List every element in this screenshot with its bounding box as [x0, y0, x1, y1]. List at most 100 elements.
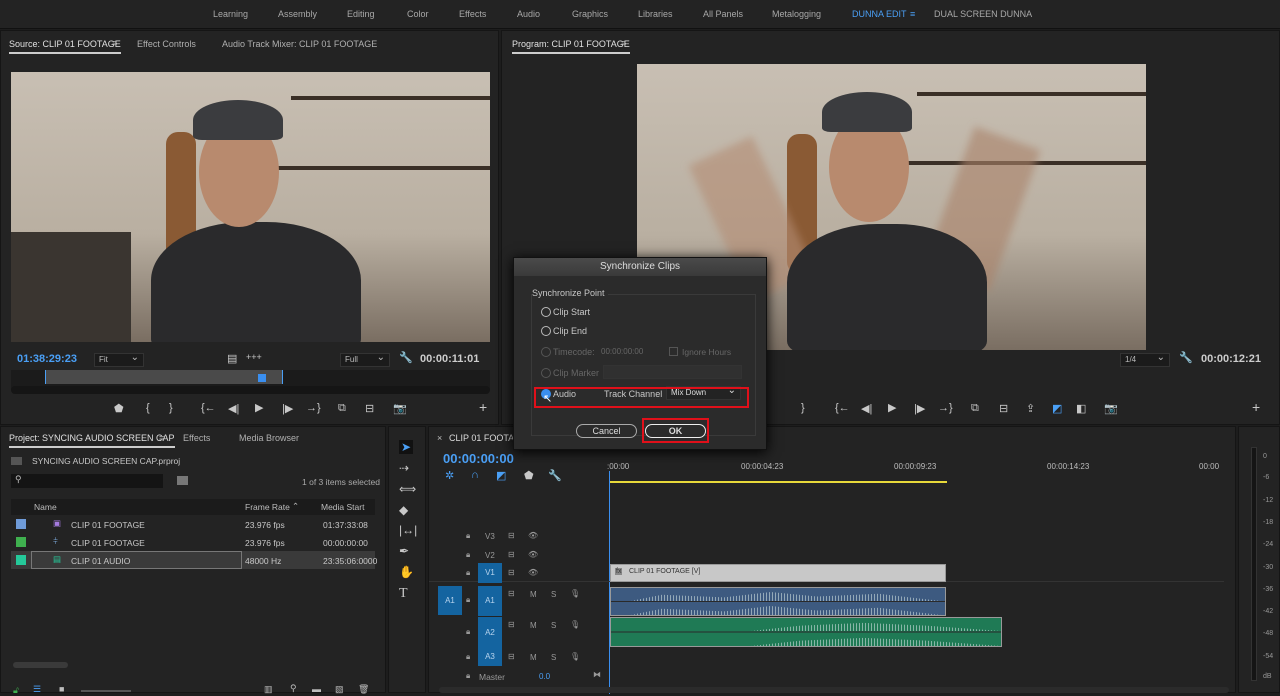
video-clip[interactable]: fx CLIP 01 FOOTAGE [V]: [610, 564, 946, 582]
eye-icon[interactable]: 👁︎: [528, 568, 538, 577]
lift-icon[interactable]: ⧉: [971, 402, 979, 415]
drag-audio-icon[interactable]: +++: [246, 352, 262, 362]
panel-menu-icon[interactable]: ≡: [159, 433, 164, 443]
lock-icon[interactable]: 🔒︎: [466, 595, 470, 605]
razor-tool-icon[interactable]: ◆: [399, 503, 408, 517]
trash-icon[interactable]: 🗑︎: [358, 684, 369, 695]
source-timecode[interactable]: 01:38:29:23: [17, 353, 77, 365]
ignore-hours-checkbox[interactable]: [669, 347, 678, 356]
cancel-button[interactable]: Cancel: [576, 424, 637, 438]
slip-tool-icon[interactable]: |↔|: [399, 523, 417, 537]
new-item-icon[interactable]: ▧: [335, 684, 344, 695]
export-frame-icon[interactable]: 📷: [1104, 402, 1118, 415]
linked-selection-icon[interactable]: ◩: [496, 469, 506, 482]
label-color[interactable]: [16, 537, 26, 547]
sync-lock-icon[interactable]: ⊟: [508, 531, 515, 540]
audio-clip-a1[interactable]: [610, 587, 946, 616]
lock-icon[interactable]: 🔒︎: [466, 652, 470, 662]
new-search-bin-icon[interactable]: [177, 476, 188, 485]
radio-clip-start[interactable]: [541, 307, 551, 317]
table-row[interactable]: ⫩ CLIP 01 FOOTAGE 23.976 fps 00:00:00:00: [11, 533, 375, 551]
go-to-out-icon[interactable]: →}: [306, 402, 321, 414]
step-forward-icon[interactable]: |▶: [282, 402, 293, 415]
timeline-timecode[interactable]: 00:00:00:00: [443, 451, 514, 466]
tab-audio-track-mixer[interactable]: Audio Track Mixer: CLIP 01 FOOTAGE: [222, 39, 377, 49]
workspace-graphics[interactable]: Graphics: [572, 9, 608, 19]
type-tool-icon[interactable]: T: [399, 586, 408, 602]
panel-menu-icon[interactable]: ≡: [621, 38, 626, 48]
workspace-audio[interactable]: Audio: [517, 9, 540, 19]
lock-icon[interactable]: 🔒︎: [466, 627, 470, 637]
settings-wrench-icon[interactable]: 🔧: [548, 469, 562, 482]
snap-icon[interactable]: ∩: [471, 469, 479, 481]
master-volume[interactable]: 0.0: [539, 672, 550, 681]
work-area-bar[interactable]: [609, 481, 947, 483]
panel-menu-icon[interactable]: ≡: [112, 38, 117, 48]
column-media-start[interactable]: Media Start: [321, 502, 364, 512]
microphone-icon[interactable]: 🎙︎: [570, 589, 580, 598]
sync-lock-icon[interactable]: ⊟: [508, 550, 515, 559]
track-target-a1[interactable]: A1: [478, 586, 502, 616]
vertical-scrollbar[interactable]: [1219, 483, 1229, 693]
radio-timecode[interactable]: [541, 347, 551, 357]
track-label[interactable]: V3: [485, 532, 495, 541]
sync-lock-icon[interactable]: ⊟: [508, 589, 515, 598]
source-video-frame[interactable]: [11, 72, 490, 342]
mute-button[interactable]: M: [530, 590, 537, 599]
zoom-slider[interactable]: [81, 690, 131, 692]
sync-lock-icon[interactable]: ⊟: [508, 568, 515, 577]
eye-icon[interactable]: 👁︎: [528, 531, 538, 540]
solo-button[interactable]: S: [551, 653, 556, 662]
go-to-in-icon[interactable]: {←: [201, 402, 216, 414]
export-frame-icon[interactable]: 📷: [393, 402, 407, 415]
track-target-a2[interactable]: A2: [478, 617, 502, 649]
tab-project[interactable]: Project: SYNCING AUDIO SCREEN CAP: [9, 433, 175, 448]
track-target-a3[interactable]: A3: [478, 648, 502, 666]
track-select-tool-icon[interactable]: ⇢: [399, 461, 409, 475]
step-back-icon[interactable]: ◀|: [861, 402, 872, 415]
nest-icon[interactable]: ✲: [445, 469, 454, 482]
audio-clip-a2[interactable]: [610, 617, 1002, 647]
workspace-all-panels[interactable]: All Panels: [703, 9, 743, 19]
sort-ascending-icon[interactable]: ⌃: [292, 501, 299, 512]
mute-button[interactable]: M: [530, 653, 537, 662]
mark-out-icon[interactable]: }: [801, 402, 805, 414]
extract-icon[interactable]: ⊟: [999, 402, 1008, 415]
label-color[interactable]: [16, 519, 26, 529]
tab-effects[interactable]: Effects: [183, 433, 210, 443]
sync-lock-icon[interactable]: ⊟: [508, 620, 515, 629]
add-button-icon[interactable]: +: [479, 399, 487, 415]
program-zoom-dropdown[interactable]: 1/4: [1120, 352, 1170, 367]
workspace-libraries[interactable]: Libraries: [638, 9, 673, 19]
zoom-scrollbar[interactable]: [11, 386, 490, 394]
source-patch-a1[interactable]: A1: [438, 586, 462, 615]
wrench-icon[interactable]: 🔧: [1179, 351, 1193, 364]
play-icon[interactable]: ▶: [255, 401, 263, 414]
tab-source[interactable]: Source: CLIP 01 FOOTAGE: [9, 39, 121, 54]
go-to-out-icon[interactable]: →}: [938, 402, 953, 414]
add-button-icon[interactable]: +: [1252, 399, 1260, 415]
lock-icon[interactable]: 🔒︎: [466, 531, 470, 541]
menu-icon[interactable]: ≡: [910, 9, 915, 19]
list-view-icon[interactable]: ☰: [33, 684, 41, 695]
workspace-editing[interactable]: Editing: [347, 9, 375, 19]
playhead[interactable]: [609, 471, 610, 694]
track-label[interactable]: V2: [485, 551, 495, 560]
table-row-selected[interactable]: ▤ CLIP 01 AUDIO 48000 Hz 23:35:06:0000: [11, 551, 377, 569]
export-icon[interactable]: ⇪: [1026, 402, 1035, 415]
tab-program[interactable]: Program: CLIP 01 FOOTAGE: [512, 39, 630, 54]
label-clip-end[interactable]: Clip End: [553, 326, 587, 336]
workspace-dunna-edit[interactable]: DUNNA EDIT: [852, 9, 907, 19]
overwrite-icon[interactable]: ⊟: [365, 402, 374, 415]
workspace-color[interactable]: Color: [407, 9, 429, 19]
sync-lock-icon[interactable]: ⊟: [508, 652, 515, 661]
workspace-learning[interactable]: Learning: [213, 9, 248, 19]
timecode-input[interactable]: 00:00:00:00: [601, 347, 643, 356]
radio-clip-marker[interactable]: [541, 368, 551, 378]
workspace-dual-screen[interactable]: DUAL SCREEN DUNNA: [934, 9, 1032, 19]
mark-out-icon[interactable]: }: [169, 402, 173, 414]
label-clip-start[interactable]: Clip Start: [553, 307, 590, 317]
microphone-icon[interactable]: 🎙︎: [570, 620, 580, 629]
column-name[interactable]: Name: [34, 502, 57, 512]
fit-dropdown[interactable]: Fit: [94, 352, 144, 367]
